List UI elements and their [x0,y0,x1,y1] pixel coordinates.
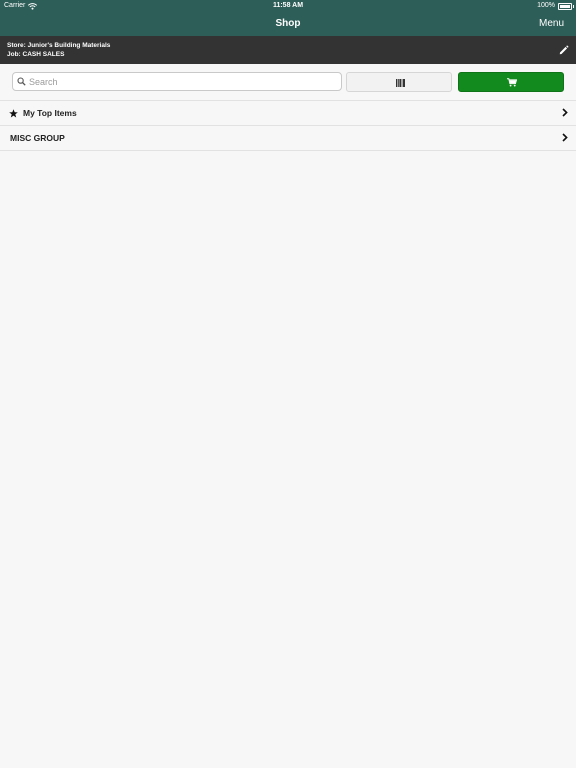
barcode-icon [396,79,405,87]
barcode-scan-button[interactable] [346,72,452,92]
star-icon [9,109,18,118]
status-bar: Carrier 11:58 AM 100% [0,0,576,12]
battery-icon [558,2,574,10]
top-bar: Carrier 11:58 AM 100% Shop Menu [0,0,576,36]
chevron-right-icon [562,108,568,117]
battery-level [560,4,570,8]
status-time: 11:58 AM [272,2,304,9]
store-job-bar: Store: Junior's Building Materials Job: … [0,36,576,64]
search-icon [17,77,26,86]
chevron-right-icon [562,133,568,142]
cart-button[interactable] [458,72,564,92]
battery-percent: 100% [537,2,555,9]
page-title: Shop [275,18,301,29]
list-item-label: MISC GROUP [10,133,65,143]
shop-screen: Carrier 11:58 AM 100% Shop Menu Store: J… [0,0,576,768]
list-item-misc-group[interactable]: MISC GROUP [0,126,576,151]
list-item-my-top-items[interactable]: My Top Items [0,101,576,126]
status-right: 100% [537,0,574,12]
search-input[interactable] [29,73,329,90]
job-name: Job: CASH SALES [7,51,65,58]
store-name: Store: Junior's Building Materials [7,42,111,49]
search-field[interactable] [12,72,342,91]
search-toolbar [0,64,576,100]
category-list: My Top Items MISC GROUP [0,100,576,151]
nav-bar: Shop Menu [0,12,576,36]
menu-button[interactable]: Menu [539,12,564,36]
cart-icon [507,78,517,87]
list-item-label: My Top Items [23,108,77,118]
pencil-icon[interactable] [558,44,570,56]
